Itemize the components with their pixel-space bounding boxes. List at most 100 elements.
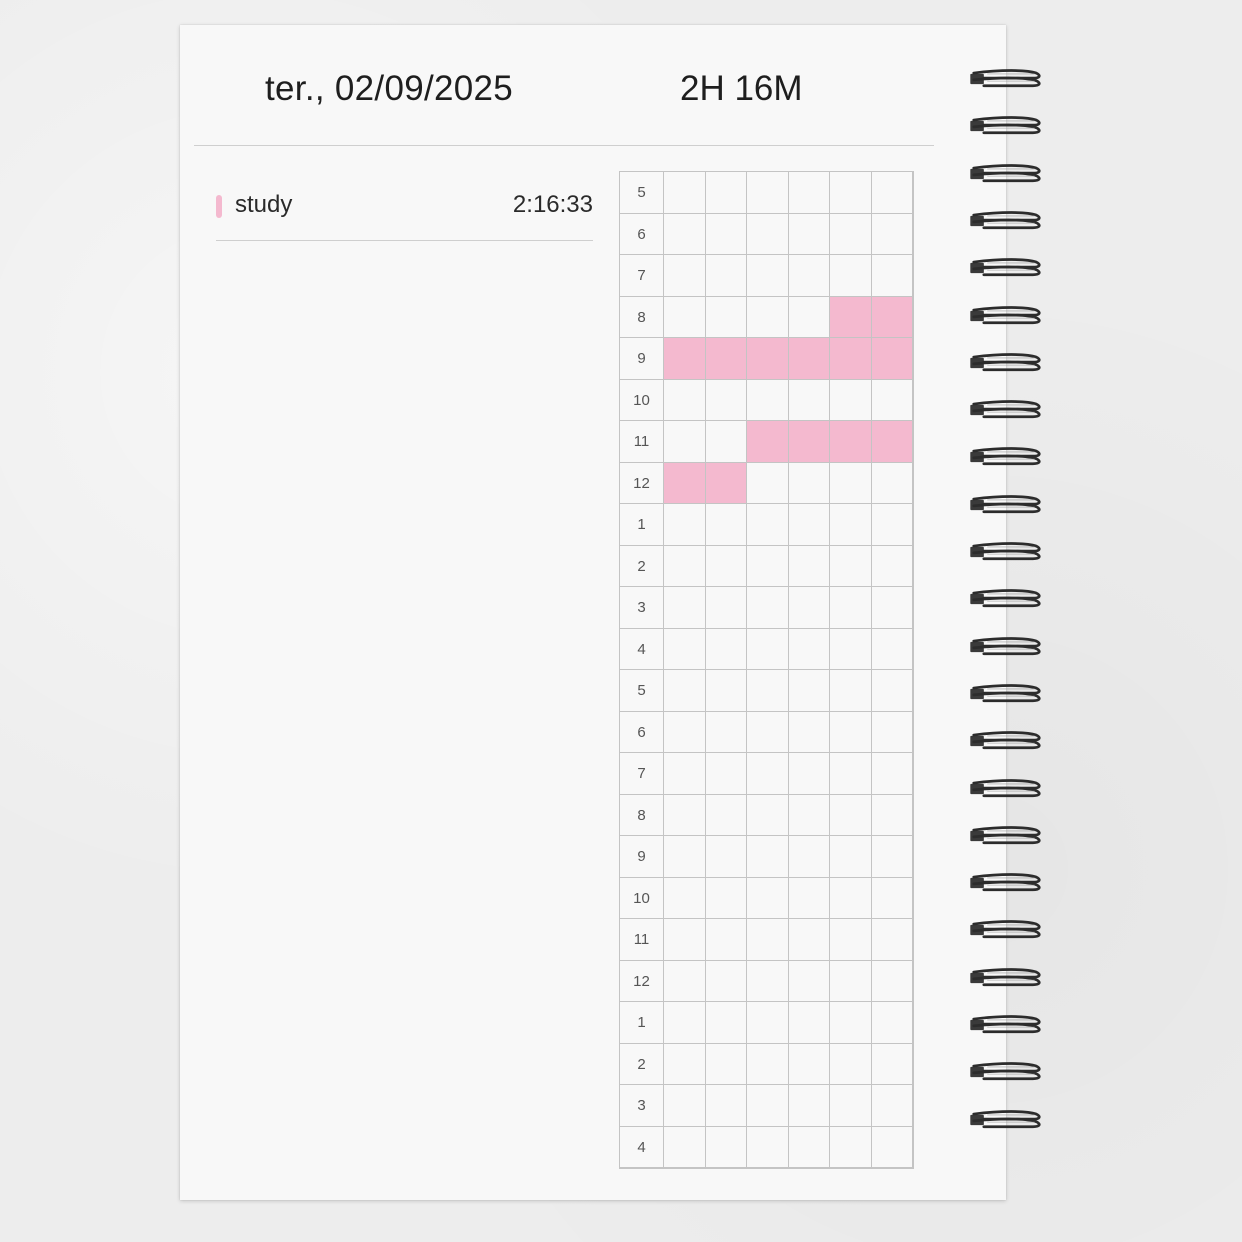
timeline-cell[interactable] xyxy=(830,587,872,629)
timeline-cell[interactable] xyxy=(871,711,913,753)
timeline-cell[interactable] xyxy=(747,504,789,546)
timeline-cell[interactable] xyxy=(664,504,706,546)
timeline-cell[interactable] xyxy=(664,794,706,836)
timeline-cell[interactable] xyxy=(747,1002,789,1044)
timeline-cell[interactable] xyxy=(747,919,789,961)
timeline-cell[interactable] xyxy=(871,462,913,504)
timeline-cell[interactable] xyxy=(664,628,706,670)
timeline-cell[interactable] xyxy=(788,794,830,836)
timeline-cell[interactable] xyxy=(705,504,747,546)
timeline-cell-filled[interactable] xyxy=(830,296,872,338)
timeline-cell[interactable] xyxy=(747,794,789,836)
timeline-cell[interactable] xyxy=(705,421,747,463)
timeline-cell[interactable] xyxy=(830,172,872,214)
timeline-cell[interactable] xyxy=(705,1085,747,1127)
timeline-cell[interactable] xyxy=(871,794,913,836)
timeline-cell[interactable] xyxy=(788,1043,830,1085)
timeline-cell[interactable] xyxy=(830,711,872,753)
timeline-cell[interactable] xyxy=(871,960,913,1002)
timeline-cell[interactable] xyxy=(705,545,747,587)
timeline-cell-filled[interactable] xyxy=(788,338,830,380)
timeline-cell-filled[interactable] xyxy=(664,338,706,380)
timeline-cell[interactable] xyxy=(871,1002,913,1044)
timeline-cell[interactable] xyxy=(830,1126,872,1168)
timeline-cell[interactable] xyxy=(664,1002,706,1044)
timeline-cell[interactable] xyxy=(664,213,706,255)
timeline-cell[interactable] xyxy=(747,1085,789,1127)
timeline-cell[interactable] xyxy=(788,960,830,1002)
timeline-cell-filled[interactable] xyxy=(705,462,747,504)
timeline-cell[interactable] xyxy=(871,545,913,587)
timeline-cell[interactable] xyxy=(747,379,789,421)
timeline-cell[interactable] xyxy=(747,462,789,504)
timeline-cell[interactable] xyxy=(747,1126,789,1168)
timeline-cell[interactable] xyxy=(830,379,872,421)
timeline-cell-filled[interactable] xyxy=(871,338,913,380)
timeline-cell[interactable] xyxy=(664,960,706,1002)
timeline-cell[interactable] xyxy=(747,836,789,878)
timeline-cell[interactable] xyxy=(664,1126,706,1168)
timeline-cell[interactable] xyxy=(788,1002,830,1044)
timeline-cell[interactable] xyxy=(705,213,747,255)
timeline-cell[interactable] xyxy=(830,462,872,504)
timeline-cell[interactable] xyxy=(830,919,872,961)
timeline-cell[interactable] xyxy=(788,628,830,670)
timeline-cell[interactable] xyxy=(664,919,706,961)
timeline-cell[interactable] xyxy=(705,1002,747,1044)
timeline-cell[interactable] xyxy=(871,836,913,878)
timeline-cell[interactable] xyxy=(788,172,830,214)
timeline-cell[interactable] xyxy=(871,213,913,255)
timeline-cell[interactable] xyxy=(747,213,789,255)
timeline-cell[interactable] xyxy=(871,587,913,629)
timeline-cell[interactable] xyxy=(705,296,747,338)
timeline-cell[interactable] xyxy=(664,296,706,338)
timeline-cell[interactable] xyxy=(830,1043,872,1085)
timeline-cell[interactable] xyxy=(788,836,830,878)
timeline-cell[interactable] xyxy=(871,1126,913,1168)
timeline-cell[interactable] xyxy=(705,753,747,795)
timeline-cell[interactable] xyxy=(830,1002,872,1044)
timeline-cell[interactable] xyxy=(788,670,830,712)
timeline-cell-filled[interactable] xyxy=(664,462,706,504)
timeline-cell[interactable] xyxy=(871,1085,913,1127)
timeline-cell[interactable] xyxy=(747,753,789,795)
timeline-cell[interactable] xyxy=(788,296,830,338)
timeline-cell[interactable] xyxy=(788,504,830,546)
timeline-cell[interactable] xyxy=(830,836,872,878)
timeline-cell-filled[interactable] xyxy=(871,296,913,338)
timeline-cell[interactable] xyxy=(830,794,872,836)
timeline-cell[interactable] xyxy=(664,836,706,878)
timeline-cell[interactable] xyxy=(664,670,706,712)
timeline-cell[interactable] xyxy=(788,587,830,629)
timeline-cell[interactable] xyxy=(788,462,830,504)
timeline-cell[interactable] xyxy=(705,379,747,421)
timeline-cell[interactable] xyxy=(705,172,747,214)
timeline-cell[interactable] xyxy=(788,877,830,919)
timeline-cell[interactable] xyxy=(705,960,747,1002)
timeline-cell[interactable] xyxy=(705,919,747,961)
timeline-cell[interactable] xyxy=(830,255,872,297)
timeline-cell[interactable] xyxy=(747,545,789,587)
timeline-cell[interactable] xyxy=(747,711,789,753)
timeline-cell[interactable] xyxy=(705,836,747,878)
timeline-cell[interactable] xyxy=(788,919,830,961)
timeline-cell[interactable] xyxy=(705,1126,747,1168)
timeline-cell[interactable] xyxy=(788,753,830,795)
timeline-cell[interactable] xyxy=(705,628,747,670)
timeline-cell[interactable] xyxy=(664,255,706,297)
timeline-cell[interactable] xyxy=(788,379,830,421)
timeline-cell[interactable] xyxy=(664,1043,706,1085)
timeline-cell-filled[interactable] xyxy=(747,338,789,380)
timeline-cell[interactable] xyxy=(788,1085,830,1127)
timeline-cell[interactable] xyxy=(830,1085,872,1127)
timeline-cell-filled[interactable] xyxy=(705,338,747,380)
timeline-cell[interactable] xyxy=(664,545,706,587)
timeline-cell[interactable] xyxy=(664,421,706,463)
timeline-cell[interactable] xyxy=(747,960,789,1002)
timeline-cell[interactable] xyxy=(871,877,913,919)
timeline-cell[interactable] xyxy=(830,504,872,546)
timeline-cell[interactable] xyxy=(871,379,913,421)
timeline-cell[interactable] xyxy=(705,587,747,629)
timeline-cell[interactable] xyxy=(747,877,789,919)
timeline-cell[interactable] xyxy=(747,1043,789,1085)
